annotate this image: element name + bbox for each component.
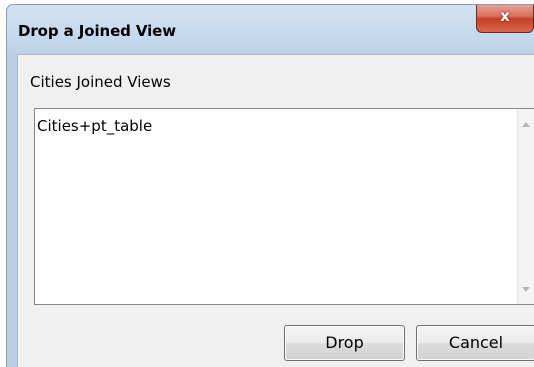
joined-views-listbox[interactable]: Cities+pt_table [34, 108, 534, 305]
vertical-scrollbar[interactable] [517, 109, 534, 304]
scroll-down-icon[interactable] [522, 287, 530, 292]
drop-button[interactable]: Drop [284, 325, 405, 361]
close-button[interactable]: x [476, 5, 534, 33]
cancel-button[interactable]: Cancel [416, 325, 534, 361]
list-item[interactable]: Cities+pt_table [37, 117, 152, 135]
dialog-title: Drop a Joined View [18, 22, 177, 40]
scroll-up-icon[interactable] [522, 122, 530, 127]
joined-views-label: Cities Joined Views [30, 73, 171, 91]
dialog-body: Cities Joined Views Cities+pt_table Drop… [17, 54, 534, 367]
close-icon: x [500, 7, 510, 25]
dialog-window: Drop a Joined View x Cities Joined Views… [6, 4, 534, 367]
